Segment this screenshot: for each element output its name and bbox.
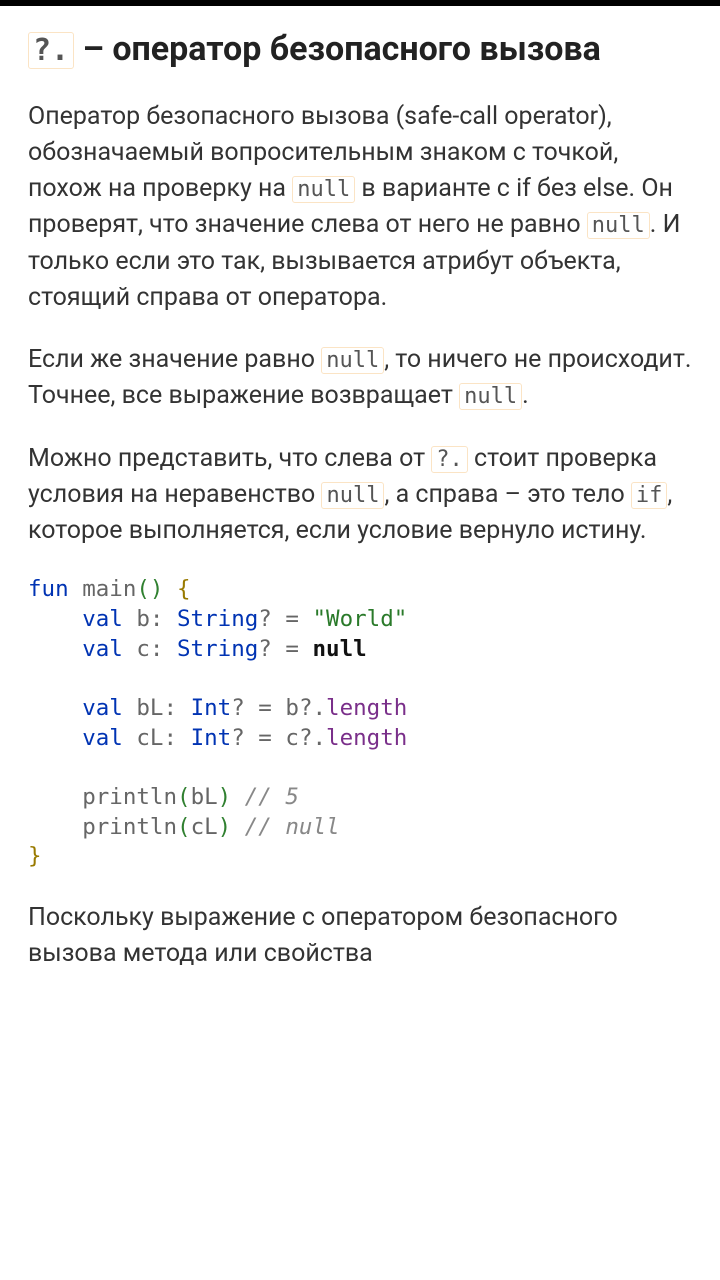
nullable-q: ?	[231, 695, 245, 721]
nullable-q: ?	[258, 606, 272, 632]
paren: ()	[136, 576, 163, 602]
colon: :	[163, 695, 190, 721]
title-operator-code: ?.	[28, 32, 74, 69]
inline-null: null	[321, 482, 384, 509]
fn-main: main	[82, 576, 136, 602]
comment: // 5	[231, 784, 299, 810]
nullable-q: ?	[231, 725, 245, 751]
paren-close: )	[218, 814, 232, 840]
page-title: ?. – оператор безопасного вызова	[28, 28, 692, 71]
arg-cL: cL	[191, 814, 218, 840]
paren-open: (	[177, 784, 191, 810]
article-body: ?. – оператор безопасного вызова Операто…	[0, 6, 720, 1015]
ident-c: c	[136, 636, 150, 662]
paragraph-3: Можно представить, что слева от ?. стоит…	[28, 441, 692, 550]
type-int: Int	[191, 695, 232, 721]
null-literal: null	[312, 636, 366, 662]
nullable-q: ?	[258, 636, 272, 662]
safe-call-op: ?.	[299, 725, 326, 751]
type-string: String	[177, 636, 258, 662]
indent	[28, 636, 82, 662]
kw-val: val	[82, 695, 136, 721]
paren-close: )	[218, 784, 232, 810]
inline-null: null	[292, 176, 355, 203]
colon: :	[150, 606, 177, 632]
title-text: – оператор безопасного вызова	[74, 29, 601, 69]
p2-text-c: .	[522, 381, 529, 410]
brace-open: {	[163, 576, 190, 602]
ident-b: b	[285, 695, 299, 721]
ident-c: c	[285, 725, 299, 751]
kw-val: val	[82, 725, 136, 751]
ident-bL: bL	[136, 695, 163, 721]
member-length: length	[326, 695, 407, 721]
code-example: fun main() { val b: String? = "World" va…	[28, 575, 692, 872]
fn-println: println	[82, 784, 177, 810]
p3-text-a: Можно представить, что слева от	[28, 444, 431, 473]
string-literal: "World"	[312, 606, 407, 632]
p4-text-a: Поскольку выражение с оператором безопас…	[28, 903, 618, 968]
ident-b: b	[136, 606, 150, 632]
equals: =	[245, 725, 286, 751]
paragraph-4: Поскольку выражение с оператором безопас…	[28, 900, 692, 973]
kw-val: val	[82, 636, 136, 662]
inline-null: null	[321, 347, 384, 374]
kw-val: val	[82, 606, 136, 632]
paren-open: (	[177, 814, 191, 840]
equals: =	[272, 606, 313, 632]
indent	[28, 814, 82, 840]
inline-null: null	[459, 383, 522, 410]
member-length: length	[326, 725, 407, 751]
paragraph-1: Оператор безопасного вызова (safe-call o…	[28, 99, 692, 317]
indent	[28, 784, 82, 810]
safe-call-op: ?.	[299, 695, 326, 721]
type-int: Int	[191, 725, 232, 751]
p3-text-c: , а справа – это тело	[384, 480, 630, 509]
comment: // null	[231, 814, 339, 840]
equals: =	[245, 695, 286, 721]
colon: :	[150, 636, 177, 662]
inline-if: if	[631, 482, 668, 509]
indent	[28, 695, 82, 721]
inline-operator: ?.	[431, 446, 468, 473]
arg-bL: bL	[191, 784, 218, 810]
type-string: String	[177, 606, 258, 632]
kw-fun: fun	[28, 576, 82, 602]
p2-text-a: Если же значение равно	[28, 345, 321, 374]
ident-cL: cL	[136, 725, 163, 751]
equals: =	[272, 636, 313, 662]
inline-null: null	[587, 212, 650, 239]
paragraph-2: Если же значение равно null, то ничего н…	[28, 342, 692, 415]
fn-println: println	[82, 814, 177, 840]
indent	[28, 725, 82, 751]
brace-close: }	[28, 843, 42, 869]
indent	[28, 606, 82, 632]
colon: :	[163, 725, 190, 751]
